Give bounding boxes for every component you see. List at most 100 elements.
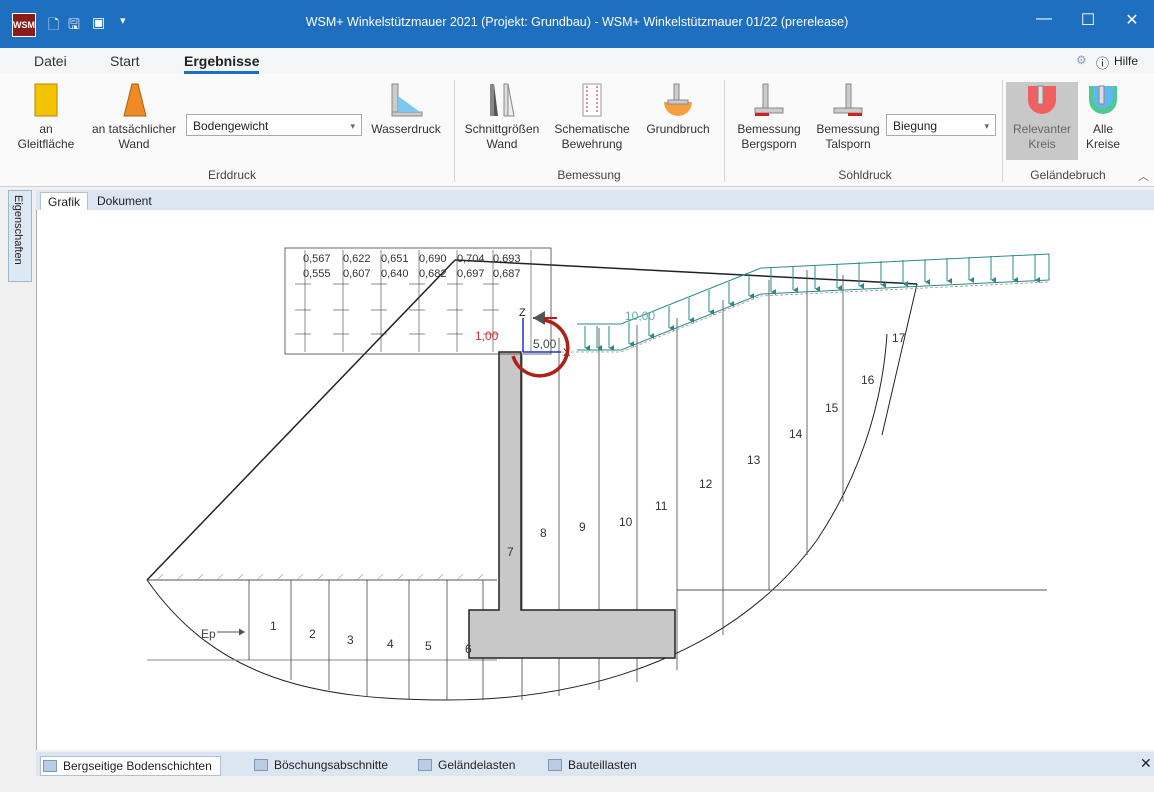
chevron-down-icon: ▾ [350,121,355,131]
pressure-r1-c1: 0,567 [303,253,331,265]
dim-label: 5,00 [533,337,557,351]
tab-dokument[interactable]: Dokument [90,192,159,210]
grid-icon [254,759,268,771]
close-panel-icon[interactable]: ✕ [1140,755,1152,772]
tab-start[interactable]: Start [110,53,140,69]
slice-17: 17 [892,331,906,345]
dim-label-red: 1,00 [475,329,499,343]
tab-gelaendelasten[interactable]: Geländelasten [416,756,515,774]
collapse-ribbon-icon[interactable]: ︿ [1138,168,1149,184]
yellow-block-icon [34,83,58,117]
maximize-icon[interactable]: ☐ [1068,10,1108,30]
tab-grafik[interactable]: Grafik [40,192,89,211]
tab-datei[interactable]: Datei [34,53,67,69]
slice-1: 1 [270,619,277,633]
status-bar [0,776,1154,792]
wall-drawing: 0,567 0,622 0,651 0,690 0,704 0,693 0,55… [146,247,1050,701]
close-icon[interactable]: ✕ [1112,10,1152,30]
window-title: WSM+ Winkelstützmauer 2021 (Projekt: Gru… [305,15,849,29]
slice-11: 11 [655,499,668,513]
tab-boeschungsabschnitte[interactable]: Böschungsabschnitte [252,756,388,774]
properties-side-tab[interactable]: Eigenschaften [8,190,32,282]
erddruck-wand-button[interactable]: an tatsächlicher Wand [86,82,182,152]
pressure-r2-c3: 0,640 [381,268,409,280]
pressure-r2-c5: 0,697 [457,268,485,280]
ribbon: an Gleitfläche an tatsächlicher Wand Bod… [0,74,1154,187]
group-label-bemessung: Bemessung [557,168,621,182]
grundbruch-button[interactable]: Grundbruch [640,82,716,137]
pressure-r2-c4: 0,682 [419,268,447,280]
tab-bauteillasten[interactable]: Bauteillasten [546,756,637,774]
retaining-wall [468,351,676,659]
group-label-gelaendebruch: Geländebruch [1030,168,1106,182]
slice-6: 6 [465,642,472,656]
slice-15: 15 [825,401,839,415]
load-arrows [584,255,1040,351]
load-label: 10,00 [625,309,655,323]
ep-label: Ep [201,627,216,641]
toe-design-icon [833,83,863,116]
slice-8: 8 [540,526,547,540]
document-tabs: Grafik Dokument [36,190,1154,211]
water-pressure-icon [391,83,423,117]
bemessung-talsporn-button[interactable]: Bemessung Talsporn [810,82,886,152]
pressure-r2-c2: 0,607 [343,268,371,280]
relevant-circle-icon [1028,85,1056,114]
grid-icon [43,760,57,772]
ribbon-separator [1002,80,1003,182]
reinforcement-icon [582,83,602,117]
slice-9: 9 [579,520,586,534]
slice-7: 7 [507,545,514,559]
slice-2: 2 [309,627,316,641]
pressure-r2-c1: 0,555 [303,268,331,280]
slice-12: 12 [699,477,713,491]
pressure-r1-c4: 0,690 [419,253,447,265]
axis-z-label: Z [519,307,526,319]
chevron-down-icon: ▾ [984,121,989,131]
slice-16: 16 [861,373,875,387]
schnittgroessen-button[interactable]: Schnittgrößen Wand [458,82,546,152]
pressure-r2-c6: 0,687 [493,268,521,280]
settings-icon[interactable]: ⚙ [1076,53,1087,67]
group-label-sohldruck: Sohldruck [838,168,892,182]
slice-10: 10 [619,515,633,529]
slice-13: 13 [747,453,761,467]
bewehrung-button[interactable]: Schematische Bewehrung [550,82,634,152]
orange-wall-icon [123,83,147,117]
help-icon[interactable]: ⓘ [1096,53,1109,72]
grid-icon [548,759,562,771]
tab-bergseitige-bodenschichten[interactable]: Bergseitige Bodenschichten [40,756,221,776]
pressure-r1-c6: 0,693 [493,253,521,265]
heel-design-icon [754,83,784,116]
group-label-erddruck: Erddruck [207,168,257,182]
pressure-r1-c3: 0,651 [381,253,409,265]
pressure-r1-c5: 0,704 [457,253,485,265]
edge-line [881,283,918,436]
slice-4: 4 [387,637,394,651]
ribbon-separator [724,80,725,182]
erddruck-gleitflaeche-button[interactable]: an Gleitfläche [14,82,78,152]
all-circles-icon [1089,85,1117,114]
soil-hatch-left [156,573,484,581]
pressure-values: 0,567 0,622 0,651 0,690 0,704 0,693 0,55… [303,253,521,280]
relevanter-kreis-button[interactable]: Relevanter Kreis [1006,82,1078,160]
minimize-icon[interactable]: — [1024,10,1064,28]
tab-ergebnisse[interactable]: Ergebnisse [184,53,260,74]
sohldruck-combo[interactable]: Biegung ▾ [886,114,996,136]
wasserdruck-button[interactable]: Wasserdruck [366,82,446,137]
pressure-r1-c2: 0,622 [343,253,371,265]
slice-5: 5 [425,639,432,653]
bemessung-bergsporn-button[interactable]: Bemessung Bergsporn [730,82,808,152]
bottom-tabs: Bergseitige Bodenschichten Böschungsabsc… [36,752,1154,776]
alle-kreise-button[interactable]: Alle Kreise [1080,82,1126,152]
slice-3: 3 [347,633,354,647]
section-forces-icon [490,83,515,117]
failure-line [146,259,456,581]
erddruck-combo[interactable]: Bodengewicht ▾ [186,114,362,136]
ribbon-separator [454,80,455,182]
slice-numbers: 1 2 3 4 5 6 7 8 9 10 11 12 13 14 15 16 1… [270,331,906,656]
graphic-canvas[interactable]: 0,567 0,622 0,651 0,690 0,704 0,693 0,55… [36,210,1154,750]
help-label[interactable]: Hilfe [1114,54,1138,68]
grid-icon [418,759,432,771]
title-bar: WSM 🗋 🖫 ▣ ▾ WSM+ Winkelstützmauer 2021 (… [0,0,1154,48]
